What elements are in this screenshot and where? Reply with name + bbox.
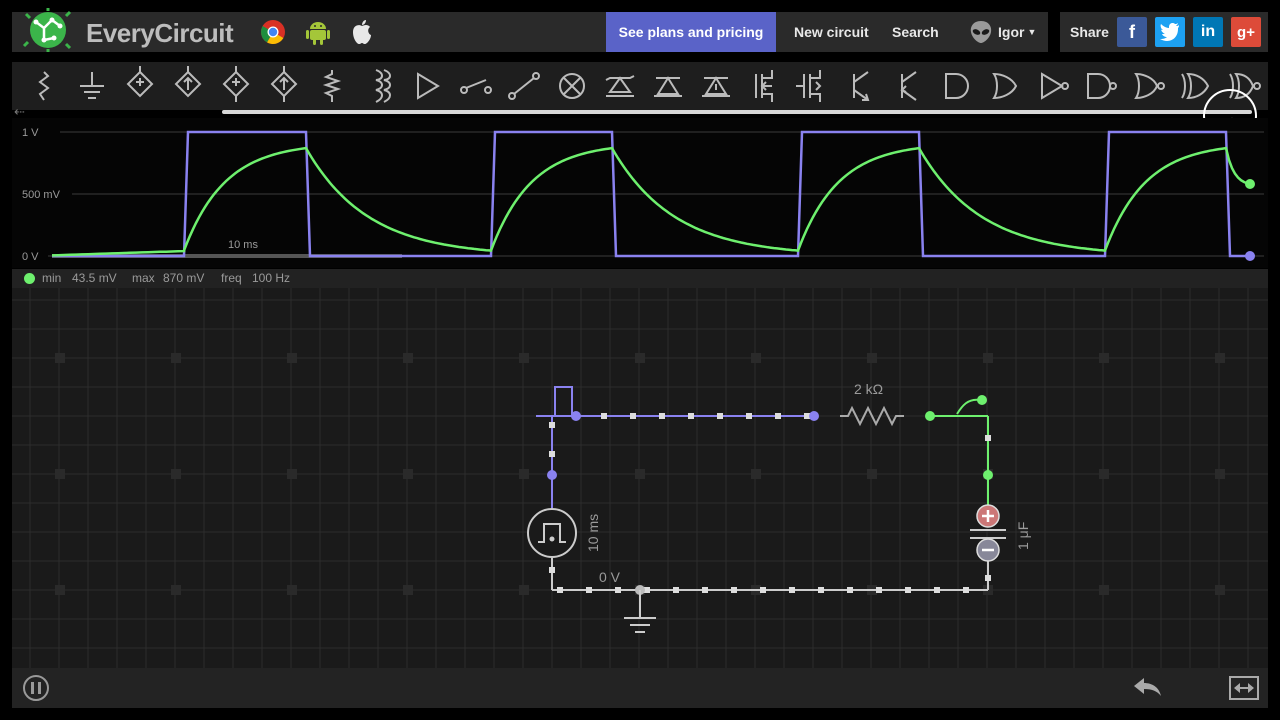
- input-probe-marker[interactable]: [1245, 251, 1255, 261]
- current-source-icon[interactable]: [166, 62, 210, 110]
- bottom-bar: [12, 668, 1268, 708]
- toolbar-scrollbar[interactable]: [222, 110, 1252, 114]
- green-trace-dot: [24, 273, 35, 284]
- nor-gate-icon[interactable]: [1126, 62, 1170, 110]
- buffer-icon[interactable]: [1030, 62, 1074, 110]
- share-label: Share: [1070, 24, 1109, 40]
- resistor-icon[interactable]: [310, 62, 354, 110]
- pnp-icon[interactable]: [886, 62, 930, 110]
- node-source-top[interactable]: [571, 411, 581, 421]
- y-label-0v: 0 V: [22, 251, 39, 263]
- or-gate-icon[interactable]: [982, 62, 1026, 110]
- led-alt-icon[interactable]: [694, 62, 738, 110]
- max-label: max: [132, 271, 155, 285]
- android-icon[interactable]: [306, 19, 330, 45]
- source-period-label: 10 ms: [585, 514, 601, 552]
- share-bar: Share f in g+: [1060, 12, 1268, 52]
- linkedin-icon[interactable]: in: [1193, 17, 1223, 47]
- user-name: Igor: [998, 24, 1025, 40]
- alien-avatar-icon[interactable]: [968, 19, 994, 45]
- y-label-1v: 1 V: [22, 127, 39, 139]
- voltage-source-icon[interactable]: [118, 62, 162, 110]
- circuit-canvas[interactable]: 2 kΩ 10 ms 0 V 1 μF: [12, 288, 1268, 668]
- output-probe-marker[interactable]: [1245, 179, 1255, 189]
- resistor-label: 2 kΩ: [854, 381, 883, 397]
- node-capacitor-top[interactable]: [983, 470, 993, 480]
- google-plus-icon[interactable]: g+: [1231, 17, 1261, 47]
- undo-icon[interactable]: [1132, 676, 1164, 700]
- ground-label: 0 V: [599, 569, 621, 585]
- dependent-current-source-icon[interactable]: [262, 62, 306, 110]
- node-resistor-right[interactable]: [925, 411, 935, 421]
- wire-icon[interactable]: [22, 62, 66, 110]
- chrome-icon[interactable]: [260, 19, 286, 45]
- oscilloscope[interactable]: 1 V 500 mV 0 V 10 ms: [12, 118, 1268, 268]
- scope-info-bar: min 43.5 mV max 870 mV freq 100 Hz: [12, 269, 1268, 288]
- everycircuit-logo-icon[interactable]: [22, 8, 78, 52]
- min-value: 43.5 mV: [72, 271, 117, 285]
- see-plans-button[interactable]: See plans and pricing: [606, 12, 776, 52]
- and-gate-icon[interactable]: [934, 62, 978, 110]
- node-resistor-left[interactable]: [809, 411, 819, 421]
- twitter-icon[interactable]: [1155, 17, 1185, 47]
- capacitor[interactable]: [970, 504, 1006, 562]
- freq-label: freq: [221, 271, 242, 285]
- nmos-icon[interactable]: [742, 62, 786, 110]
- switch-icon[interactable]: [502, 62, 546, 110]
- user-menu[interactable]: Igor ▼: [998, 12, 1036, 52]
- pause-icon[interactable]: [22, 674, 50, 702]
- inductor-icon[interactable]: [358, 62, 402, 110]
- pulse-source[interactable]: [527, 508, 577, 558]
- ground-symbol[interactable]: [624, 590, 656, 633]
- dependent-voltage-source-icon[interactable]: [214, 62, 258, 110]
- ground-icon[interactable]: [70, 62, 114, 110]
- facebook-icon[interactable]: f: [1117, 17, 1147, 47]
- capacitor-label: 1 μF: [1015, 522, 1031, 550]
- caret-down-icon: ▼: [1027, 27, 1037, 37]
- min-label: min: [42, 271, 62, 285]
- output-probe[interactable]: [977, 395, 987, 405]
- npn-icon[interactable]: [838, 62, 882, 110]
- app-name: EveryCircuit: [86, 18, 234, 48]
- apple-icon[interactable]: [350, 18, 374, 46]
- top-bar: EveryCircuit See plans and pricing New c…: [12, 8, 1048, 52]
- led-icon[interactable]: [646, 62, 690, 110]
- time-scale-label: 10 ms: [228, 239, 258, 251]
- nand-gate-icon[interactable]: [1078, 62, 1122, 110]
- max-value: 870 mV: [163, 271, 205, 285]
- component-toolbar: [12, 62, 1268, 110]
- diode-icon[interactable]: [406, 62, 450, 110]
- pmos-icon[interactable]: [790, 62, 834, 110]
- freq-value: 100 Hz: [252, 271, 291, 285]
- zener-diode-icon[interactable]: [598, 62, 642, 110]
- new-circuit-link[interactable]: New circuit: [794, 12, 869, 52]
- fit-screen-icon[interactable]: [1228, 675, 1260, 701]
- lamp-icon[interactable]: [550, 62, 594, 110]
- y-label-500mv: 500 mV: [22, 189, 61, 201]
- switch-open-icon[interactable]: [454, 62, 498, 110]
- search-link[interactable]: Search: [892, 12, 939, 52]
- node-source-upper[interactable]: [547, 470, 557, 480]
